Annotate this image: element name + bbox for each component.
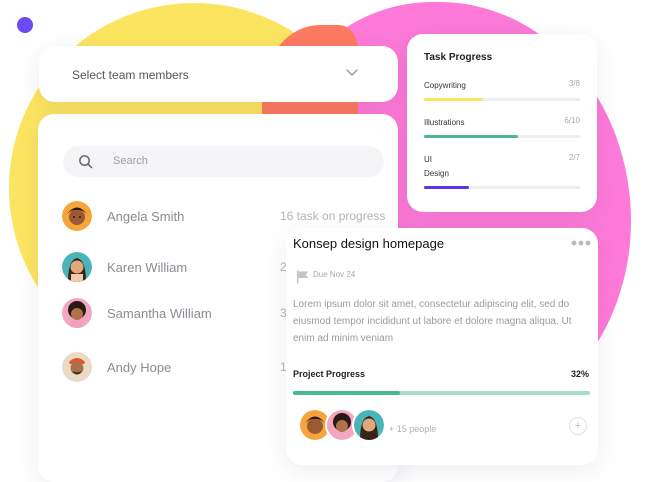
task-progress-fill (424, 135, 518, 138)
due-date: Due Nov 24 (313, 270, 356, 279)
member-name: Andy Hope (107, 360, 172, 375)
project-card[interactable]: Konsep design homepage Due Nov 24 Lorem … (286, 228, 598, 465)
avatar (62, 298, 92, 328)
task-count: 2/7 (568, 153, 580, 162)
team-avatar-stack[interactable] (298, 408, 388, 442)
task-progress-fill (424, 98, 483, 101)
member-task-info: 16 task on progress (280, 209, 386, 223)
task-label: Illustrations (424, 118, 465, 127)
people-count: + 15 people (389, 424, 437, 434)
project-progress-label: Project Progress (293, 369, 366, 379)
task-progress-bar (424, 186, 580, 189)
purple-dot (17, 17, 33, 33)
search-field[interactable]: Search (63, 146, 384, 177)
more-options-icon[interactable] (571, 240, 591, 246)
task-label: UI Design (424, 155, 449, 178)
member-name: Angela Smith (107, 209, 185, 224)
task-progress-card: Task Progress Copywriting 3/8 Illustrati… (407, 34, 597, 212)
chevron-down-icon[interactable] (344, 64, 360, 80)
search-input[interactable]: Search (113, 155, 148, 167)
select-label: Select team members (72, 68, 189, 82)
avatar (352, 408, 386, 442)
member-name: Samantha William (107, 306, 212, 321)
task-label: Copywriting (424, 81, 466, 90)
project-progress-bar (293, 391, 590, 395)
avatar (62, 201, 92, 231)
project-title: Konsep design homepage (293, 236, 445, 251)
task-count: 6/10 (564, 116, 580, 125)
task-progress-title: Task Progress (424, 52, 493, 63)
flag-icon (296, 270, 309, 284)
project-progress-percent: 32% (570, 369, 589, 379)
add-member-button[interactable]: + (569, 417, 587, 435)
task-progress-fill (424, 186, 470, 189)
member-name: Karen William (107, 260, 188, 275)
task-progress-bar (424, 135, 580, 138)
select-team-members-dropdown[interactable]: Select team members (39, 46, 398, 102)
task-count: 3/8 (568, 79, 580, 88)
search-icon (79, 155, 93, 169)
avatar (62, 252, 92, 282)
avatar (62, 352, 92, 382)
project-description: Lorem ipsum dolor sit amet, consectetur … (293, 299, 572, 344)
project-progress-fill (293, 391, 400, 395)
task-progress-bar (424, 98, 580, 101)
